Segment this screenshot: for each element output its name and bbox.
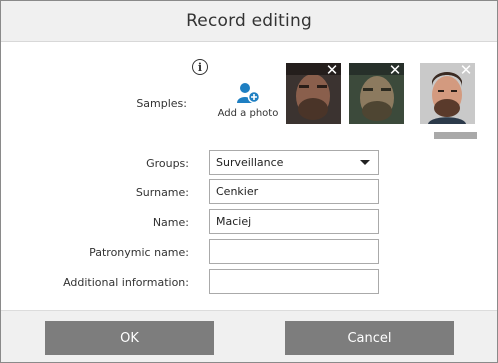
groups-select-value: Surveillance [216,156,284,169]
samples-scrollbar[interactable] [434,132,477,139]
remove-sample-button[interactable]: ✕ [325,63,339,78]
dialog-header: Record editing [1,1,497,42]
add-user-icon [237,83,260,104]
patronymic-label: Patronymic name: [89,246,189,259]
ok-button[interactable]: OK [45,321,214,355]
cancel-button[interactable]: Cancel [285,321,454,355]
sample-photo[interactable]: ✕ [286,63,341,124]
surname-value: Cenkier [216,185,259,198]
add-photo-button[interactable]: Add a photo [217,82,279,122]
surname-field[interactable]: Cenkier [209,179,379,204]
name-value: Maciej [216,215,252,228]
patronymic-field[interactable] [209,239,379,264]
record-editing-dialog: Record editing i Samples: Add a photo ✕ [0,0,498,363]
remove-sample-button[interactable]: ✕ [388,63,402,78]
name-label: Name: [152,216,189,229]
sample-photo[interactable]: ✕ [420,63,475,124]
info-icon[interactable]: i [192,59,208,75]
chevron-down-icon [360,160,370,165]
additional-info-label: Additional information: [63,276,189,289]
sample-photo[interactable]: ✕ [349,63,404,124]
remove-sample-button[interactable]: ✕ [459,63,473,78]
samples-label: Samples: [136,97,187,110]
add-photo-label: Add a photo [217,108,279,119]
name-field[interactable]: Maciej [209,209,379,234]
surname-label: Surname: [135,186,189,199]
additional-info-field[interactable] [209,269,379,294]
groups-select[interactable]: Surveillance [209,150,379,175]
groups-label: Groups: [146,157,189,170]
dialog-title: Record editing [186,11,312,31]
